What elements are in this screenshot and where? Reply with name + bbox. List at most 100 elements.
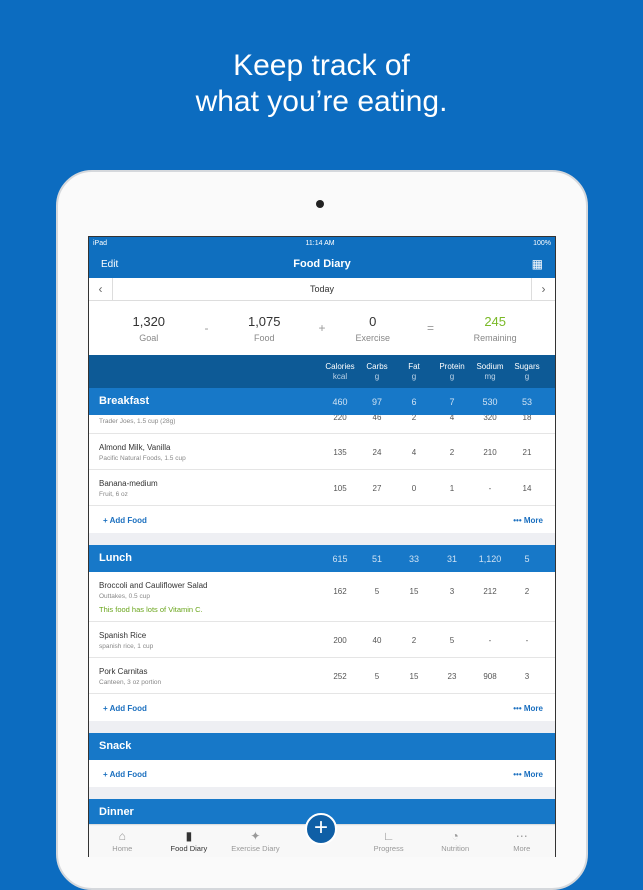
equals-sign: = [426,321,434,335]
more-button[interactable]: ••• More [513,516,543,525]
food-value: 15 [409,672,419,681]
column-unit: g [411,372,417,381]
tab-label: Food Diary [170,844,208,853]
meal-total-sugars: 5 [524,554,530,564]
food-value: 105 [333,484,347,493]
dots-icon: ⋯ [515,829,528,843]
food-value: 1 [449,484,455,493]
food-name: Almond Milk, Vanilla [99,443,171,452]
page-title: Food Diary [293,258,351,270]
diary-list: Breakfast 460 97 6 7 530 53 Trader Joes, 1.5 cu… [89,388,555,826]
food-value: 162 [333,587,347,596]
food-note: This food has lots of Vitamin C. [99,605,203,614]
meal-name: Lunch [99,552,132,564]
food-value: 24 [372,448,382,457]
exercise-summary: 0 Exercise [330,314,416,343]
food-entry[interactable]: Almond Milk, Vanilla Pacific Natural Food… [89,434,555,470]
food-value: - [488,484,492,493]
tab-exercise-diary[interactable]: ✦ Exercise Diary [222,825,289,857]
remaining-value: 245 [484,313,507,329]
exercise-label: Exercise [355,332,390,343]
food-label: Food [253,332,275,343]
food-entry[interactable]: Broccoli and Cauliflower Salad Outtakes, … [89,572,555,622]
meal-total-fat: 33 [408,554,419,564]
food-value: - [488,636,492,645]
tab-bar: ⌂ Home ▮ Food Diary ✦ Exercise Diary ∟ Progr… [89,813,555,857]
column-fat: Fat g [394,362,434,382]
tab-more[interactable]: ⋯ More [488,825,555,857]
column-unit: mg [484,372,496,381]
tab-label: Exercise Diary [231,844,280,853]
food-value: 210 [483,448,497,457]
food-value: 908 [483,672,497,681]
food-value: 252 [333,672,347,681]
section-gap [89,533,555,545]
save-diary-icon[interactable]: ▦ [532,257,543,271]
more-button[interactable]: ••• More [513,770,543,779]
date-label[interactable]: Today [113,284,531,294]
tab-label: Nutrition [441,844,470,853]
tab-home[interactable]: ⌂ Home [89,825,156,857]
food-entry[interactable]: Trader Joes, 1.5 cup (28g) 220 46 2 4 320 18 [89,413,555,434]
exercise-value: 0 [369,313,377,329]
food-value: 3 [449,587,455,596]
food-value: 5 [449,636,455,645]
food-value: 3 [524,672,530,681]
column-name: Calories [325,362,355,371]
food-value: 40 [372,636,382,645]
food-value: - [525,636,529,645]
add-food-button[interactable]: + Add Food [103,704,147,713]
tab-nutrition[interactable]: ◔ Nutrition [422,825,489,857]
remaining-label: Remaining [473,332,517,343]
meal-total-fat: 6 [411,397,417,407]
food-description: Canteen, 3 oz portion [99,679,162,686]
headline-line-2: what you’re eating. [195,85,448,118]
previous-day-button[interactable]: ‹ [89,278,113,300]
meal-header-breakfast[interactable]: Breakfast 460 97 6 7 530 53 [89,388,555,415]
app-screen: iPad 11:14 AM 100% Edit Food Diary ▦ ‹ T… [88,236,556,857]
device-label: iPad [93,240,108,247]
edit-button[interactable]: Edit [101,259,118,270]
calorie-summary: 1,320 Goal - 1,075 Food + 0 Exercise = 245 R… [89,301,555,355]
food-value: 5 [374,587,380,596]
column-name: Fat [408,362,420,371]
tab-label: Home [112,844,133,853]
add-entry-button[interactable]: + [305,813,337,845]
tab-label: Progress [373,844,404,853]
runner-icon: ✦ [250,829,261,843]
meal-name: Snack [99,740,132,752]
next-day-button[interactable]: › [531,278,555,300]
tab-food-diary[interactable]: ▮ Food Diary [156,825,223,857]
column-sugars: Sugars g [507,362,547,382]
food-value: 21 [522,448,532,457]
tab-progress[interactable]: ∟ Progress [355,825,422,857]
column-unit: g [524,372,530,381]
plus-sign: + [318,321,326,335]
home-icon: ⌂ [118,829,126,843]
meal-total-sugars: 53 [521,397,532,407]
add-food-button[interactable]: + Add Food [103,516,147,525]
more-button[interactable]: ••• More [513,704,543,713]
add-food-button[interactable]: + Add Food [103,770,147,779]
tab-label: More [513,844,531,853]
meal-name: Breakfast [99,395,150,407]
headline: Keep track of what you’re eating. [0,48,643,120]
meal-header-lunch[interactable]: Lunch 615 51 33 31 1,120 5 [89,545,555,572]
goal-value: 1,320 [132,313,166,329]
date-navigator: ‹ Today › [89,278,555,301]
meal-total-carbs: 51 [371,554,382,564]
food-entry[interactable]: Banana-medium Fruit, 6 oz 105 27 0 1 - 14 [89,470,555,506]
food-value: 5 [374,672,380,681]
food-value: 135 [333,448,347,457]
food-name: Banana-medium [99,479,158,488]
meal-total-carbs: 97 [371,397,382,407]
meal-header-snack[interactable]: Snack [89,733,555,760]
food-value: 200 [333,636,347,645]
food-entry[interactable]: Pork Carnitas Canteen, 3 oz portion 252 5 15… [89,658,555,694]
nav-bar: Edit Food Diary ▦ [89,250,555,278]
section-gap [89,721,555,733]
food-value: 2 [449,448,455,457]
food-description: Trader Joes, 1.5 cup (28g) [99,418,176,425]
food-value: 2 [411,636,417,645]
food-entry[interactable]: Spanish Rice spanish rice, 1 cup 200 40 2 5 - - [89,622,555,658]
